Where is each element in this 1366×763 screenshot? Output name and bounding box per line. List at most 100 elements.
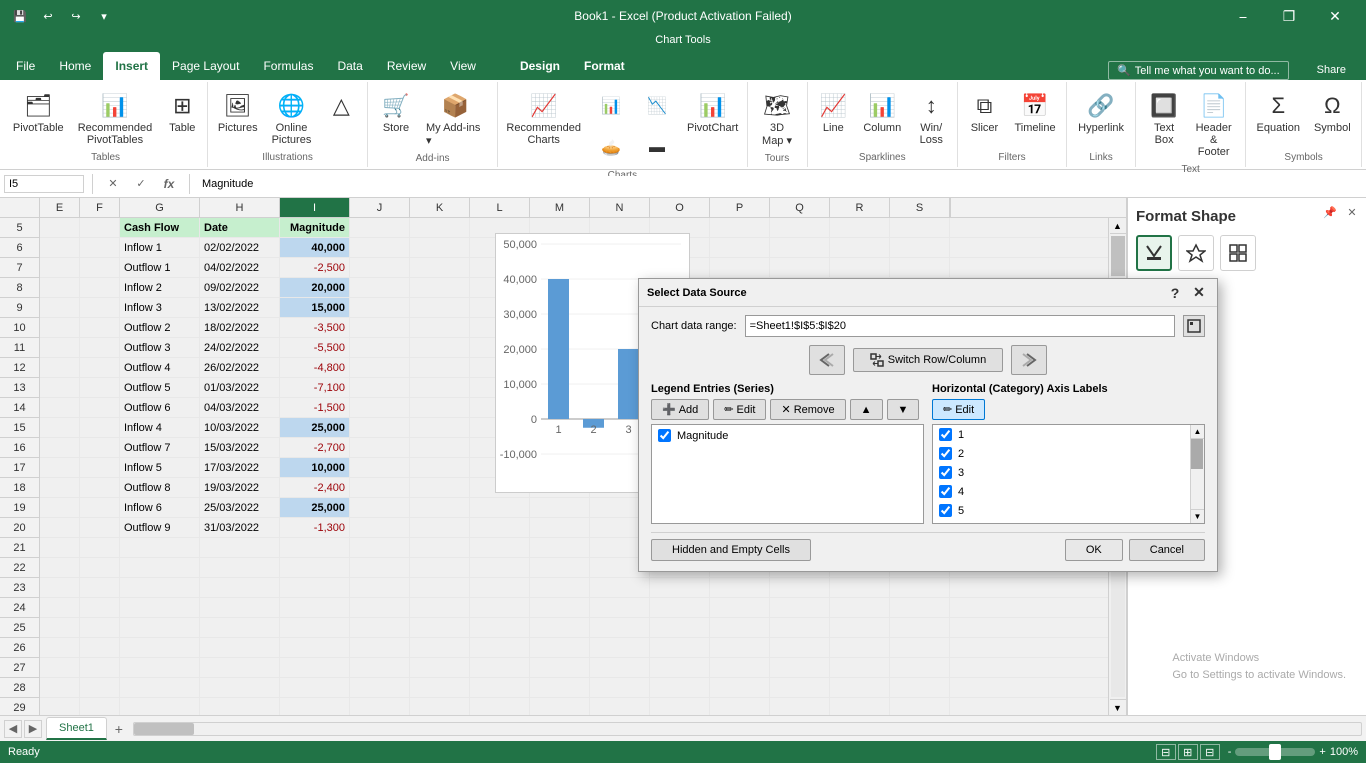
recommended-pivot-button[interactable]: 📊 RecommendedPivotTables	[72, 86, 159, 150]
cell-h-21[interactable]	[200, 538, 280, 557]
dialog-close-button[interactable]: ✕	[1189, 284, 1209, 302]
cell-h-13[interactable]: 01/03/2022	[200, 378, 280, 397]
cell-h-29[interactable]	[200, 698, 280, 715]
remove-series-button[interactable]: ✕ Remove	[770, 399, 845, 420]
cell-h-9[interactable]: 13/02/2022	[200, 298, 280, 317]
hidden-empty-cells-button[interactable]: Hidden and Empty Cells	[651, 539, 811, 561]
ok-button[interactable]: OK	[1065, 539, 1123, 561]
pictures-button[interactable]: 🖼 Pictures	[212, 86, 264, 138]
cell-h-6[interactable]: 02/02/2022	[200, 238, 280, 257]
table-button[interactable]: ⊞ Table	[160, 86, 204, 138]
tell-me-input[interactable]: 🔍 Tell me what you want to do...	[1108, 61, 1289, 80]
page-layout-view-button[interactable]: ⊞	[1178, 744, 1198, 760]
cell-g-8[interactable]: Inflow 2	[120, 278, 200, 297]
online-pictures-button[interactable]: 🌐 OnlinePictures	[266, 86, 318, 150]
switch-row-column-button[interactable]: Switch Row/Column	[853, 348, 1003, 372]
chart-data-range-input[interactable]	[745, 315, 1175, 337]
equation-button[interactable]: Σ Equation	[1251, 86, 1306, 138]
cell-i-8[interactable]: 20,000	[280, 278, 350, 297]
cell-reference-input[interactable]	[4, 175, 84, 193]
line-chart-button[interactable]: 📉	[635, 86, 679, 126]
3d-map-button[interactable]: 🗺 3DMap ▾	[755, 86, 799, 151]
bar-chart-button[interactable]: ▬	[635, 128, 679, 168]
cell-h-8[interactable]: 09/02/2022	[200, 278, 280, 297]
undo-button[interactable]: ↩	[36, 4, 60, 28]
share-button[interactable]: Share	[1305, 60, 1358, 80]
timeline-button[interactable]: 📅 Timeline	[1008, 86, 1061, 138]
panel-pin-button[interactable]: 📌	[1320, 202, 1340, 222]
cell-h-11[interactable]: 24/02/2022	[200, 338, 280, 357]
cell-g-10[interactable]: Outflow 2	[120, 318, 200, 337]
scroll-down-button[interactable]: ▼	[1110, 699, 1126, 715]
axis-checkbox-2[interactable]	[939, 447, 952, 460]
cell-i-27[interactable]	[280, 658, 350, 677]
my-addins-button[interactable]: 📦 My Add-ins ▾	[420, 86, 491, 151]
cell-i-14[interactable]: -1,500	[280, 398, 350, 417]
cell-i-26[interactable]	[280, 638, 350, 657]
cell-g-11[interactable]: Outflow 3	[120, 338, 200, 357]
pivot-table-button[interactable]: 🗂 PivotTable	[7, 86, 70, 138]
cell-h-10[interactable]: 18/02/2022	[200, 318, 280, 337]
cell-i-5[interactable]: Magnitude	[280, 218, 350, 237]
left-arrow-button[interactable]	[809, 345, 845, 375]
normal-view-button[interactable]: ⊟	[1156, 744, 1176, 760]
cell-h-24[interactable]	[200, 598, 280, 617]
effects-icon-button[interactable]	[1178, 235, 1214, 271]
cell-h-26[interactable]	[200, 638, 280, 657]
cell-g-17[interactable]: Inflow 5	[120, 458, 200, 477]
cancel-button[interactable]: Cancel	[1129, 539, 1205, 561]
cell-g-18[interactable]: Outflow 8	[120, 478, 200, 497]
cell-g-29[interactable]	[120, 698, 200, 715]
axis-checkbox-1[interactable]	[939, 428, 952, 441]
cell-g-19[interactable]: Inflow 6	[120, 498, 200, 517]
cell-i-22[interactable]	[280, 558, 350, 577]
shapes-button[interactable]: △	[319, 86, 363, 126]
pivot-chart-button[interactable]: 📊 PivotChart	[681, 86, 744, 138]
scroll-up-button[interactable]: ▲	[1110, 218, 1126, 234]
right-arrow-button[interactable]	[1011, 345, 1047, 375]
cell-g-14[interactable]: Outflow 6	[120, 398, 200, 417]
cell-g-12[interactable]: Outflow 4	[120, 358, 200, 377]
cell-i-10[interactable]: -3,500	[280, 318, 350, 337]
cell-g-20[interactable]: Outflow 9	[120, 518, 200, 537]
move-up-series-button[interactable]: ▲	[850, 399, 883, 420]
cell-h-22[interactable]	[200, 558, 280, 577]
cell-g-9[interactable]: Inflow 3	[120, 298, 200, 317]
cell-h-28[interactable]	[200, 678, 280, 697]
fill-line-icon-button[interactable]	[1136, 235, 1172, 271]
quick-access-dropdown[interactable]: ▾	[92, 4, 116, 28]
series-item-magnitude[interactable]: Magnitude	[652, 425, 923, 446]
zoom-thumb[interactable]	[1269, 744, 1281, 760]
add-sheet-button[interactable]: +	[109, 719, 129, 739]
sheet-tab-sheet1[interactable]: Sheet1	[46, 717, 107, 740]
cell-i-17[interactable]: 10,000	[280, 458, 350, 477]
store-button[interactable]: 🛒 Store	[374, 86, 418, 138]
series-checkbox-magnitude[interactable]	[658, 429, 671, 442]
column-chart-button[interactable]: 📊	[589, 86, 633, 126]
axis-scroll-thumb[interactable]	[1191, 439, 1203, 469]
cell-i-23[interactable]	[280, 578, 350, 597]
cell-i-7[interactable]: -2,500	[280, 258, 350, 277]
cell-h-16[interactable]: 15/03/2022	[200, 438, 280, 457]
cell-i-29[interactable]	[280, 698, 350, 715]
header-footer-button[interactable]: 📄 Header& Footer	[1188, 86, 1239, 162]
dialog-help-button[interactable]: ?	[1165, 284, 1185, 302]
edit-series-button[interactable]: ✏ Edit	[713, 399, 766, 420]
line-sparkline-button[interactable]: 📈 Line	[811, 86, 855, 138]
cell-i-9[interactable]: 15,000	[280, 298, 350, 317]
axis-scroll-up[interactable]: ▲	[1191, 425, 1204, 439]
tab-view[interactable]: View	[438, 52, 488, 80]
cell-g-21[interactable]	[120, 538, 200, 557]
cell-g-27[interactable]	[120, 658, 200, 677]
cell-i-11[interactable]: -5,500	[280, 338, 350, 357]
cell-g-24[interactable]	[120, 598, 200, 617]
cell-g-16[interactable]: Outflow 7	[120, 438, 200, 457]
zoom-out-button[interactable]: -	[1228, 746, 1232, 758]
insert-function-button[interactable]: fx	[157, 172, 181, 196]
cell-h-27[interactable]	[200, 658, 280, 677]
cell-h-20[interactable]: 31/03/2022	[200, 518, 280, 537]
cell-i-18[interactable]: -2,400	[280, 478, 350, 497]
axis-checkbox-3[interactable]	[939, 466, 952, 479]
cell-h-19[interactable]: 25/03/2022	[200, 498, 280, 517]
zoom-slider[interactable]	[1235, 748, 1315, 756]
